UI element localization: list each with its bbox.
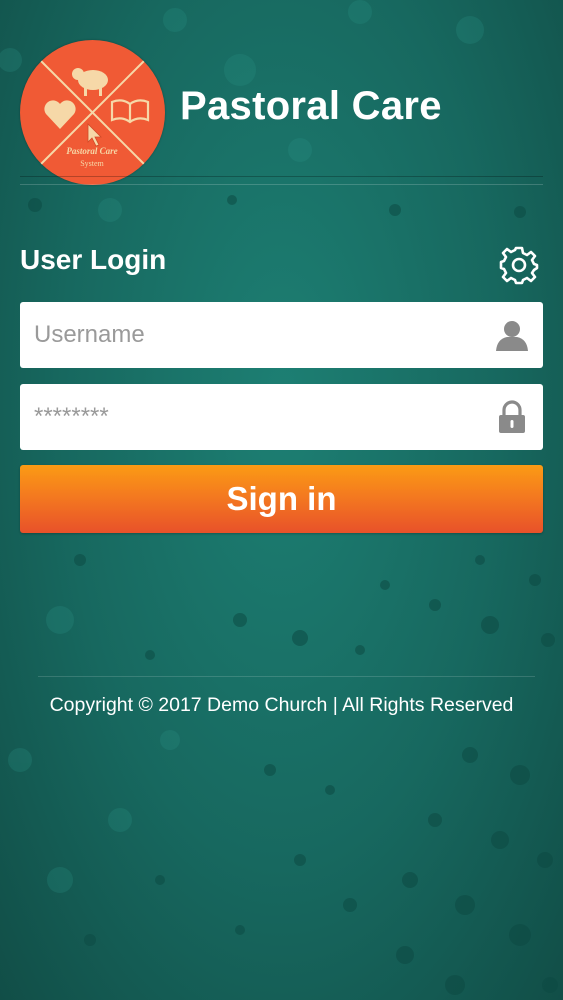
svg-text:Pastoral Care: Pastoral Care	[66, 146, 117, 156]
book-icon	[110, 99, 150, 124]
header-divider	[20, 176, 543, 177]
logo-emblem: Pastoral Care System	[39, 59, 150, 168]
username-field[interactable]	[20, 302, 543, 368]
app-title: Pastoral Care	[180, 84, 442, 128]
svg-text:System: System	[80, 159, 104, 168]
password-input[interactable]	[20, 384, 480, 450]
gear-icon[interactable]	[499, 245, 539, 285]
footer-divider	[38, 676, 535, 677]
password-field[interactable]	[20, 384, 543, 450]
sign-in-button[interactable]: Sign in	[20, 465, 543, 533]
cursor-icon	[87, 123, 102, 147]
heart-icon	[44, 100, 76, 129]
copyright-text: Copyright © 2017 Demo Church | All Right…	[49, 694, 514, 716]
user-icon	[496, 321, 528, 351]
header-divider-highlight	[20, 184, 543, 185]
sheep-icon	[72, 68, 108, 96]
lock-icon	[499, 400, 525, 433]
username-input[interactable]	[20, 302, 480, 368]
login-heading: User Login	[20, 244, 167, 275]
app-logo: Pastoral Care System	[20, 40, 165, 185]
